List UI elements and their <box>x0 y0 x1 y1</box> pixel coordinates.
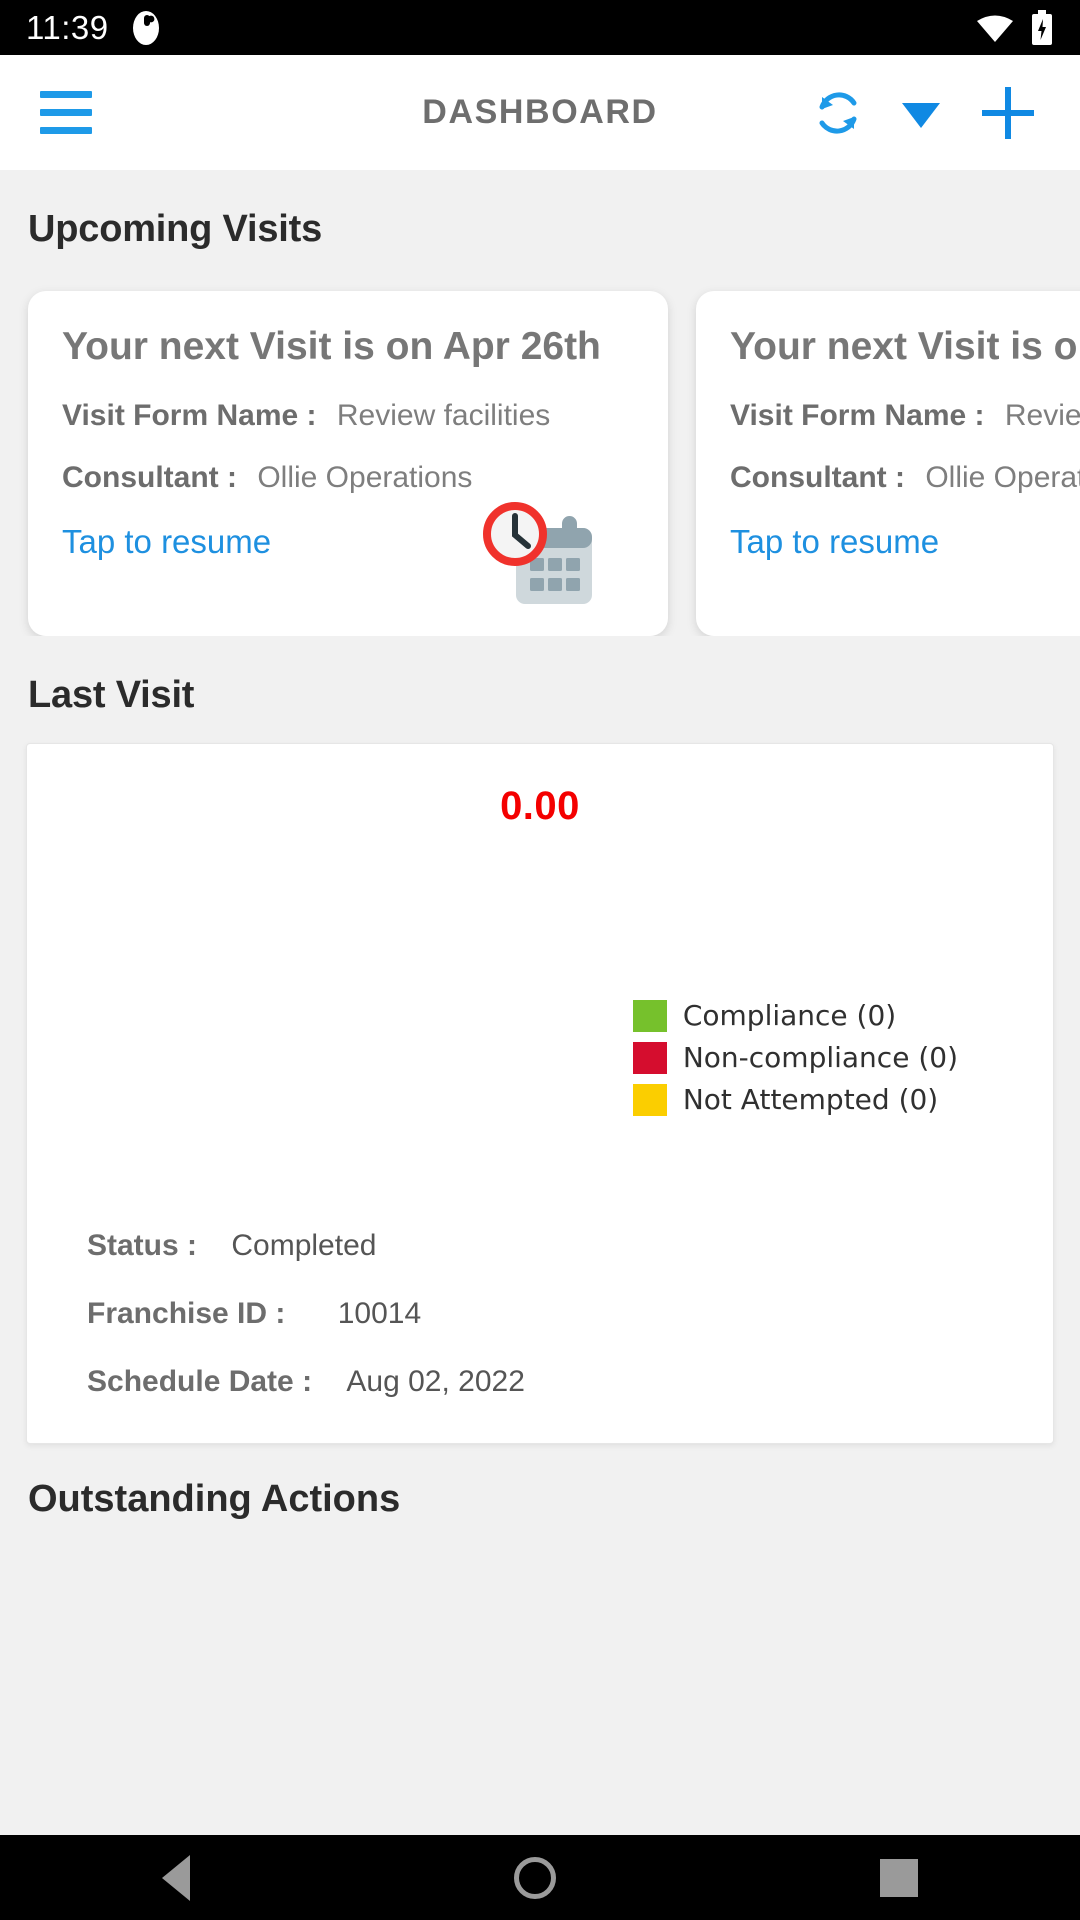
consultant-label: Consultant : <box>730 461 905 494</box>
legend-swatch-compliance <box>632 999 667 1032</box>
home-circle-icon[interactable] <box>514 1856 556 1899</box>
franchise-id-label: Franchise ID : <box>87 1297 286 1330</box>
status-bar: 11:39 <box>0 0 1080 55</box>
schedule-date-value: Aug 02, 2022 <box>346 1365 525 1398</box>
legend-item: Non-compliance (0) <box>632 1041 958 1074</box>
upcoming-visits-heading: Upcoming Visits <box>28 208 323 250</box>
legend-item: Not Attempted (0) <box>632 1083 958 1116</box>
status-value: Completed <box>231 1229 377 1262</box>
status-clock: 11:39 <box>26 8 109 46</box>
upcoming-visit-card[interactable]: Your next Visit is on May 10th Visit For… <box>696 291 1080 636</box>
schedule-date-row: Schedule Date : Aug 02, 2022 <box>87 1365 1053 1399</box>
last-visit-details: Status : Completed Franchise ID : 10014 … <box>27 1229 1053 1399</box>
consultant-value: Ollie Operations <box>925 461 1080 494</box>
visit-card-title: Your next Visit is on May 10th <box>730 325 1080 368</box>
clock-calendar-icon <box>483 502 592 604</box>
app-bar: DASHBOARD <box>0 55 1080 170</box>
upcoming-visit-card[interactable]: Your next Visit is on Apr 26th Visit For… <box>28 291 668 636</box>
upcoming-visits-carousel[interactable]: Your next Visit is on Apr 26th Visit For… <box>0 251 1080 636</box>
recents-square-icon[interactable] <box>880 1858 918 1897</box>
consultant-value: Ollie Operations <box>257 461 473 494</box>
legend-label-not-attempted: Not Attempted (0) <box>682 1083 939 1116</box>
status-row: Status : Completed <box>87 1229 1053 1263</box>
visit-form-row: Visit Form Name : Review facilities <box>730 399 1080 433</box>
app-notification-icon <box>132 10 159 45</box>
franchise-id-value: 10014 <box>337 1297 422 1330</box>
wifi-icon <box>977 15 1013 42</box>
compliance-pie-chart: Compliance (0) Non-compliance (0) Not At… <box>27 829 1053 1229</box>
visit-form-label: Visit Form Name : <box>730 399 985 432</box>
outstanding-actions-heading: Outstanding Actions <box>28 1478 401 1520</box>
last-visit-heading: Last Visit <box>28 674 195 716</box>
compliance-score: 0.00 <box>500 784 580 828</box>
android-nav-bar <box>0 1835 1080 1920</box>
visit-card-title: Your next Visit is on Apr 26th <box>62 325 601 368</box>
plus-icon[interactable] <box>976 81 1040 145</box>
status-notification-area <box>131 10 161 46</box>
status-right-icons <box>976 9 1054 46</box>
franchise-row: Franchise ID : 10014 <box>87 1297 1053 1331</box>
dashboard-scroll-area[interactable]: Upcoming Visits Your next Visit is on Ap… <box>0 170 1080 1835</box>
visit-form-value: Review facilities <box>336 399 551 432</box>
legend-item: Compliance (0) <box>632 999 958 1032</box>
last-visit-card[interactable]: 0.00 Compliance (0) Non-compliance (0) N… <box>26 743 1054 1444</box>
visit-form-value: Review facilities <box>1004 399 1080 432</box>
tap-to-resume-link[interactable]: Tap to resume <box>730 523 1080 561</box>
consultant-row: Consultant : Ollie Operations <box>62 461 634 495</box>
consultant-label: Consultant : <box>62 461 237 494</box>
app-bar-actions <box>810 81 1040 145</box>
legend-label-non-compliance: Non-compliance (0) <box>682 1041 958 1074</box>
sync-refresh-icon[interactable] <box>810 85 866 141</box>
consultant-row: Consultant : Ollie Operations <box>730 461 1080 495</box>
status-label: Status : <box>87 1229 198 1262</box>
back-triangle-icon[interactable] <box>162 1854 190 1901</box>
legend-swatch-not-attempted <box>632 1083 667 1116</box>
chart-legend: Compliance (0) Non-compliance (0) Not At… <box>632 999 958 1116</box>
schedule-date-label: Schedule Date : <box>87 1365 313 1398</box>
visit-form-label: Visit Form Name : <box>62 399 317 432</box>
chevron-down-triangle-icon[interactable] <box>894 86 948 140</box>
legend-label-compliance: Compliance (0) <box>682 999 897 1032</box>
visit-form-row: Visit Form Name : Review facilities <box>62 399 634 433</box>
battery-charging-icon <box>1032 9 1052 45</box>
legend-swatch-non-compliance <box>632 1041 667 1074</box>
